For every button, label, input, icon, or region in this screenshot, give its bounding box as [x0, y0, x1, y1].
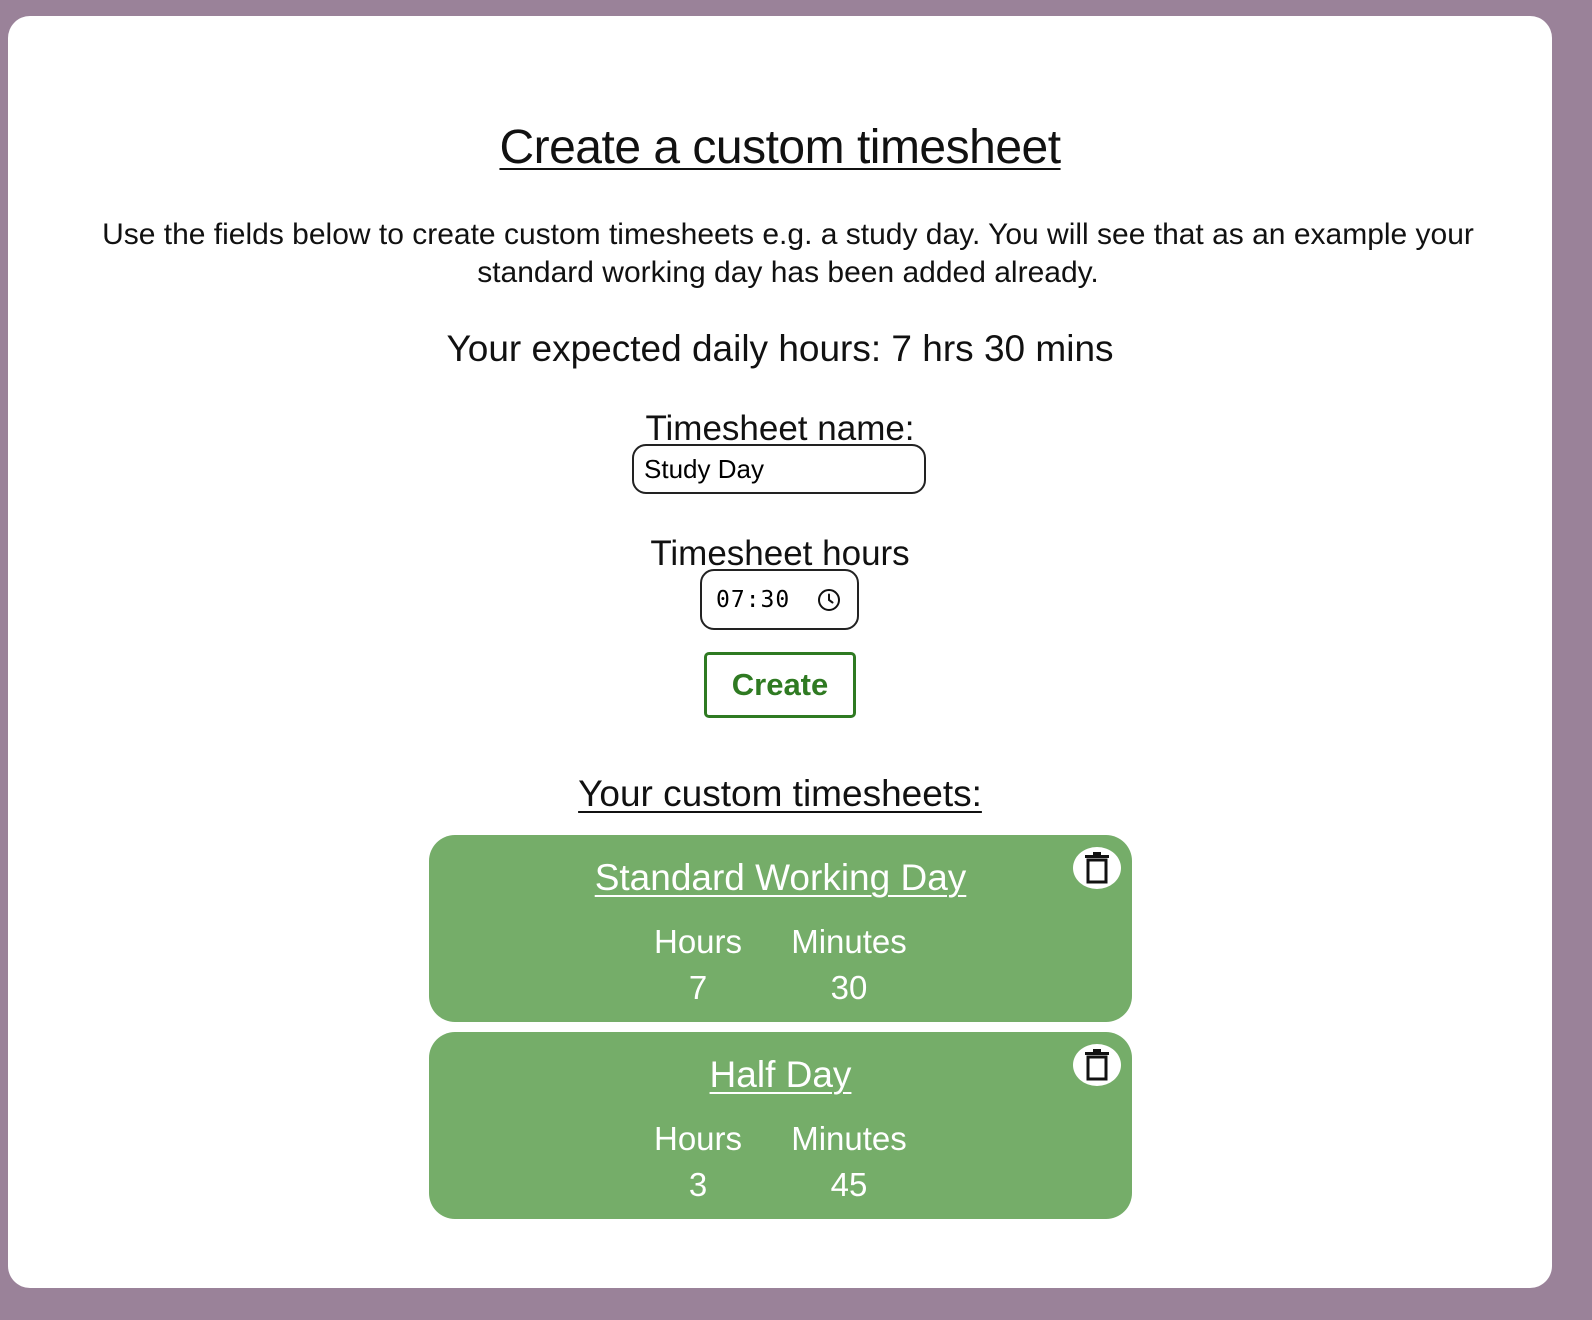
- delete-timesheet-button[interactable]: [1073, 847, 1121, 889]
- clock-icon[interactable]: [817, 588, 841, 612]
- main-card: Create a custom timesheet Use the fields…: [8, 16, 1552, 1288]
- timesheet-hours-column: Hours 3: [653, 1116, 743, 1208]
- timesheet-minutes-column: Minutes 30: [789, 919, 909, 1011]
- trash-icon: [1085, 1049, 1109, 1081]
- timesheet-card-title[interactable]: Half Day: [429, 1054, 1132, 1096]
- expected-daily-hours: Your expected daily hours: 7 hrs 30 mins: [446, 328, 1114, 369]
- timesheet-name-input[interactable]: [632, 444, 926, 494]
- intro-text: Use the fields below to create custom ti…: [102, 218, 1474, 289]
- minutes-column-label: Minutes: [791, 923, 907, 960]
- create-button[interactable]: Create: [704, 652, 856, 718]
- minutes-column-label: Minutes: [791, 1120, 907, 1157]
- hours-column-label: Hours: [653, 923, 743, 960]
- timesheet-minutes-column: Minutes 45: [789, 1116, 909, 1208]
- hours-value: 3: [688, 1166, 708, 1203]
- hours-value: 7: [688, 969, 708, 1006]
- timesheet-card-title[interactable]: Standard Working Day: [429, 857, 1132, 899]
- timesheet-hours-label: Timesheet hours: [650, 534, 910, 573]
- minutes-value: 30: [830, 969, 868, 1006]
- timesheet-card: Half Day Hours 3 Minutes 45: [429, 1032, 1132, 1219]
- delete-timesheet-button[interactable]: [1073, 1044, 1121, 1086]
- timesheet-card: Standard Working Day Hours 7 Minutes 30: [429, 835, 1132, 1022]
- hours-column-label: Hours: [653, 1120, 743, 1157]
- timesheet-name-label: Timesheet name:: [645, 409, 915, 448]
- timesheet-hours-column: Hours 7: [653, 919, 743, 1011]
- page-title: Create a custom timesheet: [499, 121, 1061, 174]
- custom-timesheets-heading: Your custom timesheets:: [578, 773, 982, 814]
- timesheet-hours-input[interactable]: 07:30: [700, 569, 859, 630]
- trash-icon: [1085, 852, 1109, 884]
- timesheet-hours-value: 07:30: [716, 586, 791, 613]
- minutes-value: 45: [830, 1166, 868, 1203]
